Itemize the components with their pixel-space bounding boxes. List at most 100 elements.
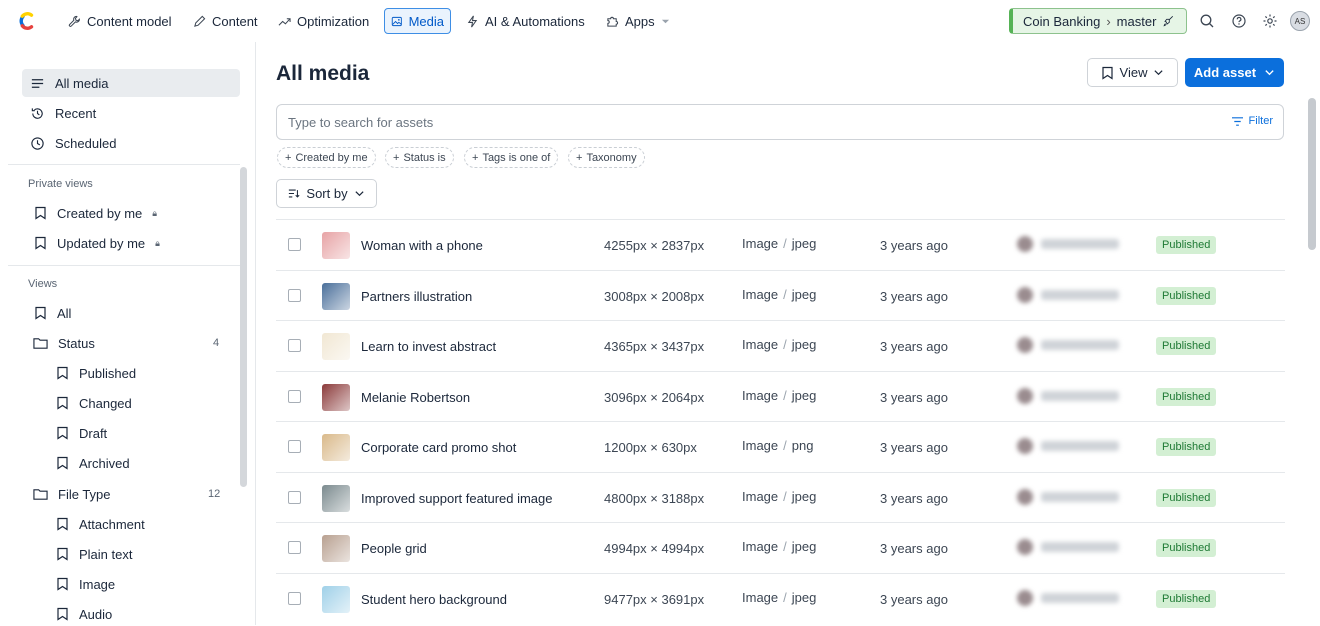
chip-status-is[interactable]: + Status is xyxy=(385,147,454,168)
row-checkbox[interactable] xyxy=(288,288,301,302)
help-icon[interactable] xyxy=(1231,13,1247,29)
table-row[interactable]: Student hero background 9477px × 3691px … xyxy=(276,572,1285,623)
sidebar-item-attachment[interactable]: Attachment xyxy=(56,512,145,536)
row-checkbox[interactable] xyxy=(288,339,301,352)
sidebar-folder-file-type[interactable]: File Type xyxy=(33,482,111,506)
row-checkbox[interactable] xyxy=(288,238,301,251)
nav-content-model[interactable]: Content model xyxy=(62,8,178,34)
sidebar-item-label: Published xyxy=(79,365,137,381)
table-row[interactable]: People grid 4994px × 4994px Image / jpeg 3… xyxy=(276,522,1285,572)
sidebar-item-label: Archived xyxy=(79,455,130,471)
table-row[interactable]: Learn to invest abstract 4365px × 3437px… xyxy=(276,320,1285,370)
asset-type: Image / jpeg xyxy=(742,539,816,554)
sidebar-item-created-by-me[interactable]: Created by me 🔒︎ xyxy=(34,201,157,225)
chip-tags-is-one-of[interactable]: + Tags is one of xyxy=(464,147,559,168)
sidebar-item-changed[interactable]: Changed xyxy=(56,391,132,415)
asset-type: Image / jpeg xyxy=(742,287,816,302)
main-scrollbar[interactable] xyxy=(1308,98,1316,250)
user-avatar[interactable]: AS xyxy=(1290,11,1310,31)
chip-taxonomy[interactable]: + Taxonomy xyxy=(568,147,645,168)
chip-created-by-me[interactable]: + Created by me xyxy=(277,147,376,168)
asset-search-input[interactable]: Type to search for assets Filter xyxy=(276,104,1284,140)
asset-kind: Image xyxy=(742,438,779,453)
pen-icon xyxy=(194,15,206,27)
sort-by-button[interactable]: Sort by xyxy=(276,179,377,208)
filter-button[interactable]: Filter xyxy=(1231,115,1273,127)
sidebar-item-draft[interactable]: Draft xyxy=(56,421,107,445)
row-checkbox[interactable] xyxy=(288,591,301,605)
asset-title[interactable]: Partners illustration xyxy=(361,289,472,304)
sidebar-all-media[interactable]: All media xyxy=(22,69,240,97)
asset-title[interactable]: Melanie Robertson xyxy=(361,390,470,405)
chevron-right-icon: › xyxy=(1106,13,1111,29)
asset-thumbnail xyxy=(322,282,350,310)
sidebar-item-image[interactable]: Image xyxy=(56,572,115,596)
asset-updated: 3 years ago xyxy=(880,389,948,405)
author-avatar xyxy=(1017,539,1033,555)
gear-icon[interactable] xyxy=(1262,13,1278,29)
sidebar-recent[interactable]: Recent xyxy=(22,99,240,127)
folder-icon xyxy=(33,338,48,349)
bookmark-icon xyxy=(57,607,68,621)
sidebar-item-all[interactable]: All xyxy=(34,301,71,325)
sidebar-scheduled[interactable]: Scheduled xyxy=(22,129,240,157)
author-name-redacted xyxy=(1041,289,1119,300)
sidebar-item-published[interactable]: Published xyxy=(56,361,136,385)
nav-apps[interactable]: Apps xyxy=(600,8,676,34)
asset-title[interactable]: People grid xyxy=(361,541,427,556)
asset-kind: Image xyxy=(742,387,779,403)
plus-icon: + xyxy=(576,151,583,164)
table-row[interactable]: Melanie Robertson 3096px × 2064px Image /… xyxy=(276,370,1285,421)
sidebar-item-updated-by-me[interactable]: Updated by me 🔒︎ xyxy=(34,231,160,255)
author-name-redacted xyxy=(1041,390,1119,401)
nav-media[interactable]: Media xyxy=(384,8,451,34)
row-checkbox[interactable] xyxy=(288,541,301,554)
asset-title[interactable]: Learn to invest abstract xyxy=(361,339,496,354)
folder-icon xyxy=(33,489,48,500)
status-badge: Published xyxy=(1156,539,1217,557)
asset-dimensions: 3096px × 2064px xyxy=(604,389,705,405)
space-environment-switcher[interactable]: Coin Banking › master xyxy=(1009,8,1187,34)
status-badge: Published xyxy=(1156,286,1217,305)
search-icon[interactable] xyxy=(1199,13,1215,29)
status-badge: Published xyxy=(1156,236,1217,254)
table-row[interactable]: Corporate card promo shot 1200px × 630px… xyxy=(276,421,1285,471)
nav-content[interactable]: Content xyxy=(187,8,264,34)
table-row[interactable]: Improved support featured image 4800px ×… xyxy=(276,471,1285,522)
asset-kind: Image xyxy=(742,539,779,554)
asset-title[interactable]: Student hero background xyxy=(361,592,507,607)
table-row[interactable]: Woman with a phone 4255px × 2837px Image… xyxy=(276,219,1285,269)
sidebar-item-audio[interactable]: Audio xyxy=(56,602,112,626)
asset-extension: jpeg xyxy=(791,337,817,352)
nav-apps-label: Apps xyxy=(625,13,655,29)
add-asset-button[interactable]: Add asset xyxy=(1185,58,1284,87)
status-badge: Published xyxy=(1156,337,1217,355)
asset-type: Image / jpeg xyxy=(742,388,816,403)
bookmark-icon xyxy=(57,577,68,591)
asset-type: Image / png xyxy=(742,438,813,453)
author-avatar xyxy=(1017,488,1033,505)
nav-optimization[interactable]: Optimization xyxy=(272,8,375,34)
row-checkbox[interactable] xyxy=(288,389,301,403)
asset-updated: 3 years ago xyxy=(880,490,948,506)
row-checkbox[interactable] xyxy=(288,490,301,504)
view-button[interactable]: View xyxy=(1087,58,1178,87)
sidebar-item-archived[interactable]: Archived xyxy=(56,451,130,475)
sidebar-item-plain-text[interactable]: Plain text xyxy=(56,542,132,566)
author-name-redacted xyxy=(1041,542,1119,552)
asset-dimensions: 4255px × 2837px xyxy=(604,238,705,253)
sidebar-scrollbar[interactable] xyxy=(240,167,247,487)
table-row[interactable]: Partners illustration 3008px × 2008px Im… xyxy=(276,269,1285,320)
asset-title[interactable]: Improved support featured image xyxy=(361,491,553,506)
asset-title[interactable]: Corporate card promo shot xyxy=(361,440,516,455)
asset-thumbnail xyxy=(322,232,350,259)
search-placeholder: Type to search for assets xyxy=(288,114,434,130)
sidebar-folder-status[interactable]: Status xyxy=(33,331,95,355)
row-checkbox[interactable] xyxy=(288,440,301,453)
asset-extension: jpeg xyxy=(791,387,817,403)
nav-ai-automations[interactable]: AI & Automations xyxy=(460,8,591,34)
contentful-logo[interactable] xyxy=(16,10,38,32)
status-count: 4 xyxy=(213,337,220,349)
asset-title[interactable]: Woman with a phone xyxy=(361,238,483,253)
asset-dimensions: 3008px × 2008px xyxy=(604,288,705,304)
